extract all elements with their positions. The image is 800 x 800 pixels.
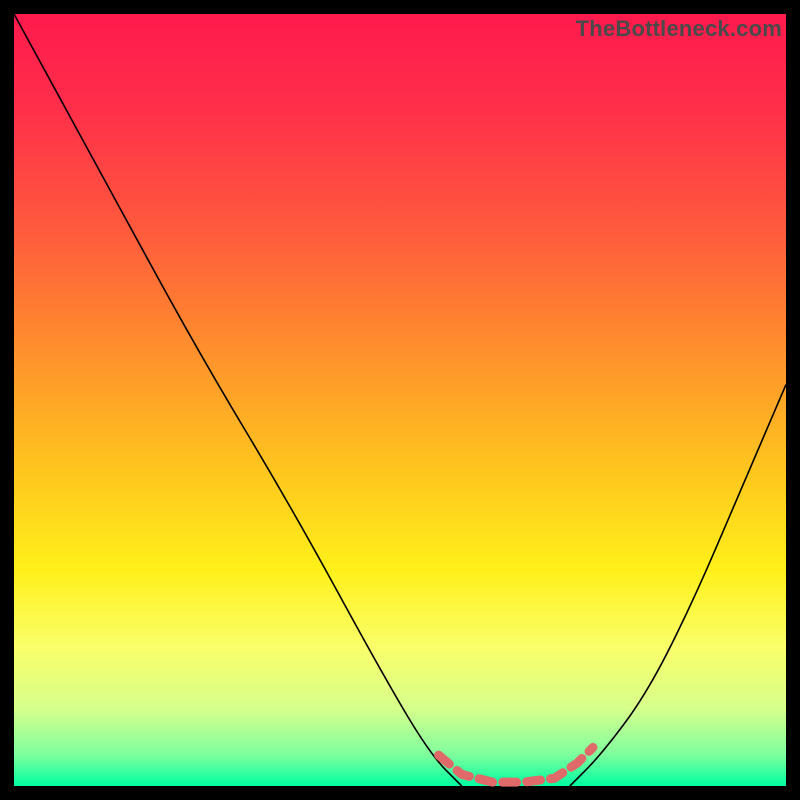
curve-left xyxy=(14,14,462,786)
chart-frame: TheBottleneck.com xyxy=(14,14,786,786)
peak-marker xyxy=(439,747,593,782)
bottleneck-curve xyxy=(14,14,786,786)
curve-right xyxy=(570,385,786,786)
